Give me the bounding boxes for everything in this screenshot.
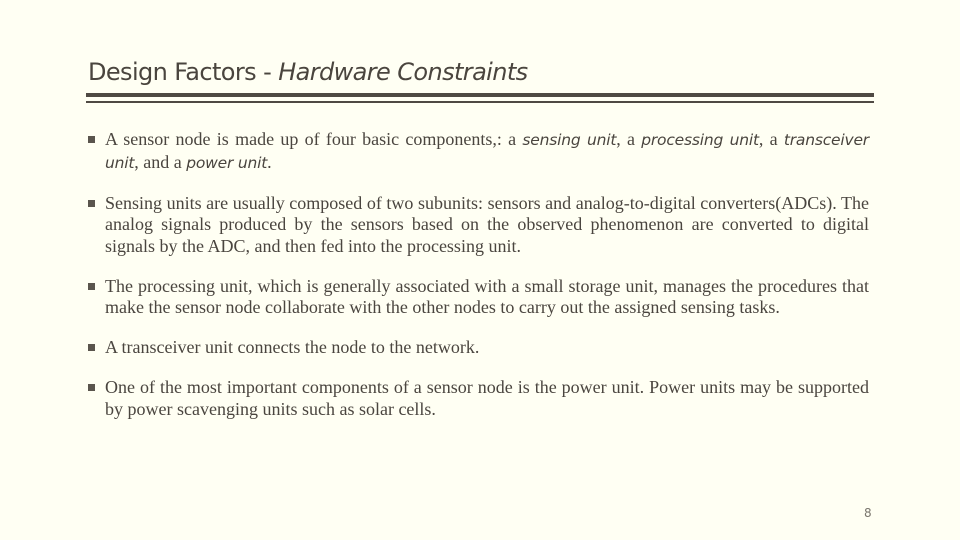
square-bullet-icon xyxy=(88,384,95,391)
bullet-text: One of the most important components of … xyxy=(105,377,869,419)
title-main: Design Factors - xyxy=(88,58,279,86)
bullet-list: A sensor node is made up of four basic c… xyxy=(88,129,869,439)
slide-title: Design Factors - Hardware Constraints xyxy=(88,55,528,89)
bullet-text: Sensing units are usually composed of tw… xyxy=(105,192,869,256)
square-bullet-icon xyxy=(88,282,95,290)
square-bullet-icon xyxy=(88,199,95,207)
square-bullet-icon xyxy=(88,344,95,351)
page-number: 8 xyxy=(864,506,872,520)
bullet-text: A sensor node is made up of four basic c… xyxy=(105,129,523,149)
emphasized-text: processing unit xyxy=(641,131,759,149)
bullet-text: A transceiver unit connects the node to … xyxy=(105,337,480,357)
bullet-text: The processing unit, which is generally … xyxy=(105,275,869,318)
bullet-text: . xyxy=(267,151,272,172)
bullet-item: Sensing units are usually composed of tw… xyxy=(88,193,869,258)
bullet-item: A sensor node is made up of four basic c… xyxy=(88,129,869,174)
square-bullet-icon xyxy=(88,136,95,143)
bullet-item: The processing unit, which is generally … xyxy=(88,276,869,319)
title-italic: Hardware Constraints xyxy=(278,58,528,86)
title-underline-thin xyxy=(86,101,874,103)
title-underline-thick xyxy=(86,93,874,97)
bullet-text: , and a xyxy=(134,151,187,172)
bullet-item: A transceiver unit connects the node to … xyxy=(88,337,869,359)
bullet-item: One of the most important components of … xyxy=(88,377,869,420)
emphasized-text: power unit xyxy=(186,153,268,172)
bullet-text: , a xyxy=(758,129,784,149)
bullet-text: , a xyxy=(616,129,642,149)
emphasized-text: sensing unit xyxy=(522,131,617,149)
